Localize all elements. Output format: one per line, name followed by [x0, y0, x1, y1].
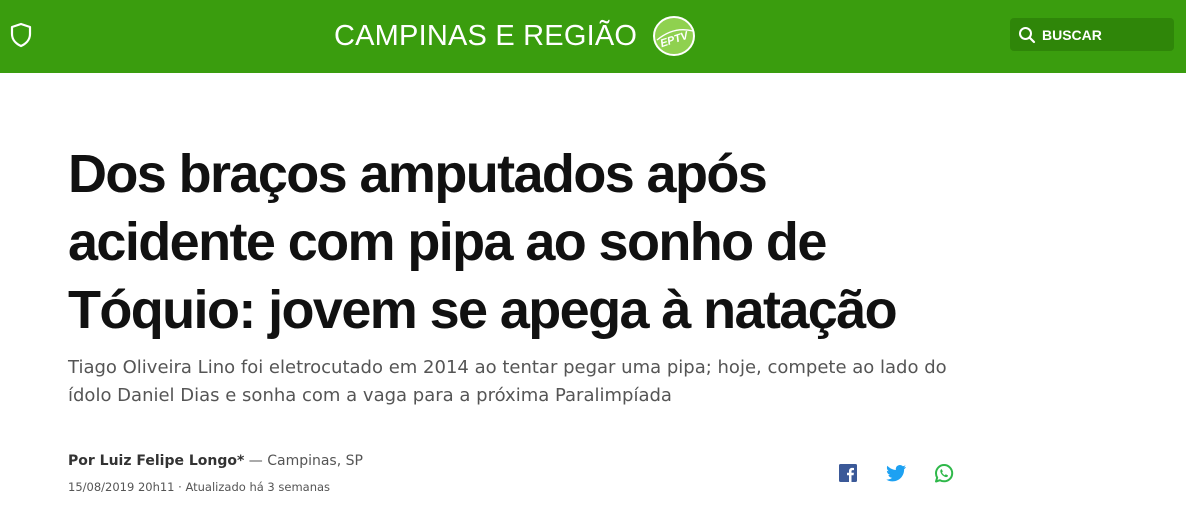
article-headline: Dos braços amputados após acidente com p…	[68, 144, 898, 340]
brand[interactable]: CAMPINAS E REGIÃO EPTV	[334, 14, 697, 58]
search-label: BUSCAR	[1042, 26, 1102, 43]
author-location: — Campinas, SP	[248, 453, 363, 469]
eptv-logo: EPTV	[651, 14, 697, 58]
search-button[interactable]: BUSCAR	[1010, 18, 1174, 51]
shield-icon[interactable]	[9, 22, 33, 48]
byline: Por Luiz Felipe Longo* — Campinas, SP	[68, 453, 363, 469]
date-separator: ·	[178, 480, 182, 494]
site-header: CAMPINAS E REGIÃO EPTV BUSCAR	[0, 0, 1186, 73]
twitter-icon	[886, 465, 906, 482]
share-whatsapp-button[interactable]	[932, 461, 956, 485]
share-bar	[836, 461, 956, 485]
article-subtitle: Tiago Oliveira Lino foi eletrocutado em …	[68, 357, 947, 406]
whatsapp-icon	[935, 464, 954, 483]
updated-time: Atualizado há 3 semanas	[185, 480, 331, 494]
published-time: 15/08/2019 20h11	[68, 480, 175, 494]
dateline: 15/08/2019 20h11 · Atualizado há 3 seman…	[68, 480, 330, 494]
share-facebook-button[interactable]	[836, 461, 860, 485]
search-icon	[1019, 26, 1036, 43]
section-title[interactable]: CAMPINAS E REGIÃO	[334, 20, 637, 53]
author-name: Por Luiz Felipe Longo*	[68, 453, 245, 469]
facebook-icon	[839, 464, 857, 482]
share-twitter-button[interactable]	[884, 461, 908, 485]
